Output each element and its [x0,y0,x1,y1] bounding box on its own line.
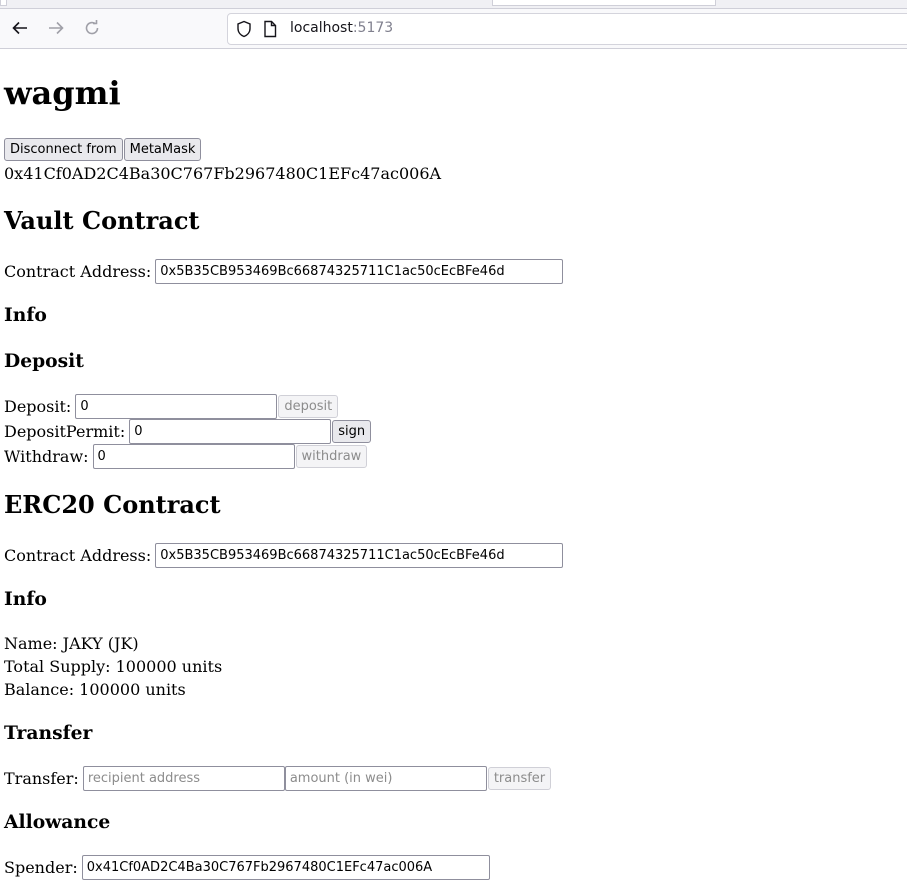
erc20-contract-address-input[interactable] [155,543,564,568]
transfer-heading: Transfer [4,722,93,744]
active-tab[interactable] [492,0,716,6]
token-total-supply: Total Supply: 100000 units [4,657,223,676]
deposit-row: Deposit: deposit [4,394,339,419]
connection-controls: Disconnect from MetaMask [4,138,202,161]
tab-edge-left [0,0,7,6]
erc20-heading: ERC20 Contract [4,490,221,519]
withdraw-input[interactable] [92,444,295,469]
spender-label: Spender: [4,858,78,877]
account-address: 0x41Cf0AD2C4Ba30C767Fb2967480C1EFc47ac00… [4,164,442,183]
vault-contract-row: Contract Address: [4,259,564,284]
withdraw-label: Withdraw: [4,447,89,466]
vault-heading: Vault Contract [4,206,200,235]
reload-button[interactable] [82,18,102,38]
url-text: localhost:5173 [290,20,393,36]
deposit-input[interactable] [75,394,278,419]
url-port: :5173 [352,20,394,36]
deposit-permit-row: DepositPermit: sign [4,419,372,444]
sign-button[interactable]: sign [332,420,372,443]
vault-contract-address-label: Contract Address: [4,262,152,281]
metamask-button[interactable]: MetaMask [123,138,202,161]
transfer-row: Transfer: transfer [4,766,552,791]
erc20-heading-wrap: ERC20 Contract [4,490,221,519]
recipient-input[interactable] [82,766,285,791]
page-icon[interactable] [263,20,277,42]
deposit-heading-wrap: Deposit [4,350,84,372]
allowance-heading: Allowance [4,811,111,833]
shield-icon[interactable] [236,20,252,42]
deposit-heading: Deposit [4,350,84,372]
transfer-heading-wrap: Transfer [4,722,92,744]
amount-input[interactable] [284,766,487,791]
address-bar[interactable]: localhost:5173 [227,13,907,45]
erc20-info-heading-wrap: Info [4,588,47,610]
url-host: localhost [290,20,353,36]
withdraw-button[interactable]: withdraw [295,445,368,468]
app-title-wrap: wagmi [4,74,121,112]
spender-input[interactable] [81,855,490,880]
token-name: Name: JAKY (JK) [4,634,139,653]
erc20-contract-row: Contract Address: [4,543,564,568]
deposit-button[interactable]: deposit [278,395,339,418]
erc20-info-heading: Info [4,588,47,610]
deposit-permit-label: DepositPermit: [4,422,126,441]
arrow-right-icon [49,21,64,35]
back-button[interactable] [10,18,30,38]
vault-contract-address-input[interactable] [155,259,564,284]
spender-row: Spender: [4,855,490,880]
allowance-heading-wrap: Allowance [4,811,110,833]
erc20-contract-address-label: Contract Address: [4,546,152,565]
disconnect-button[interactable]: Disconnect from [4,138,123,161]
arrow-left-icon [12,21,27,35]
forward-button[interactable] [46,18,66,38]
deposit-permit-input[interactable] [129,419,332,444]
browser-toolbar: localhost:5173 [0,0,907,49]
vault-info-heading-wrap: Info [4,304,47,326]
reload-icon [85,20,99,35]
deposit-label: Deposit: [4,397,72,416]
tab-strip [0,0,907,9]
vault-heading-wrap: Vault Contract [4,206,200,235]
token-balance: Balance: 100000 units [4,680,186,699]
transfer-label: Transfer: [4,769,79,788]
transfer-button[interactable]: transfer [487,767,552,790]
vault-info-heading: Info [4,304,47,326]
app-title: wagmi [4,74,121,112]
withdraw-row: Withdraw: withdraw [4,444,368,469]
